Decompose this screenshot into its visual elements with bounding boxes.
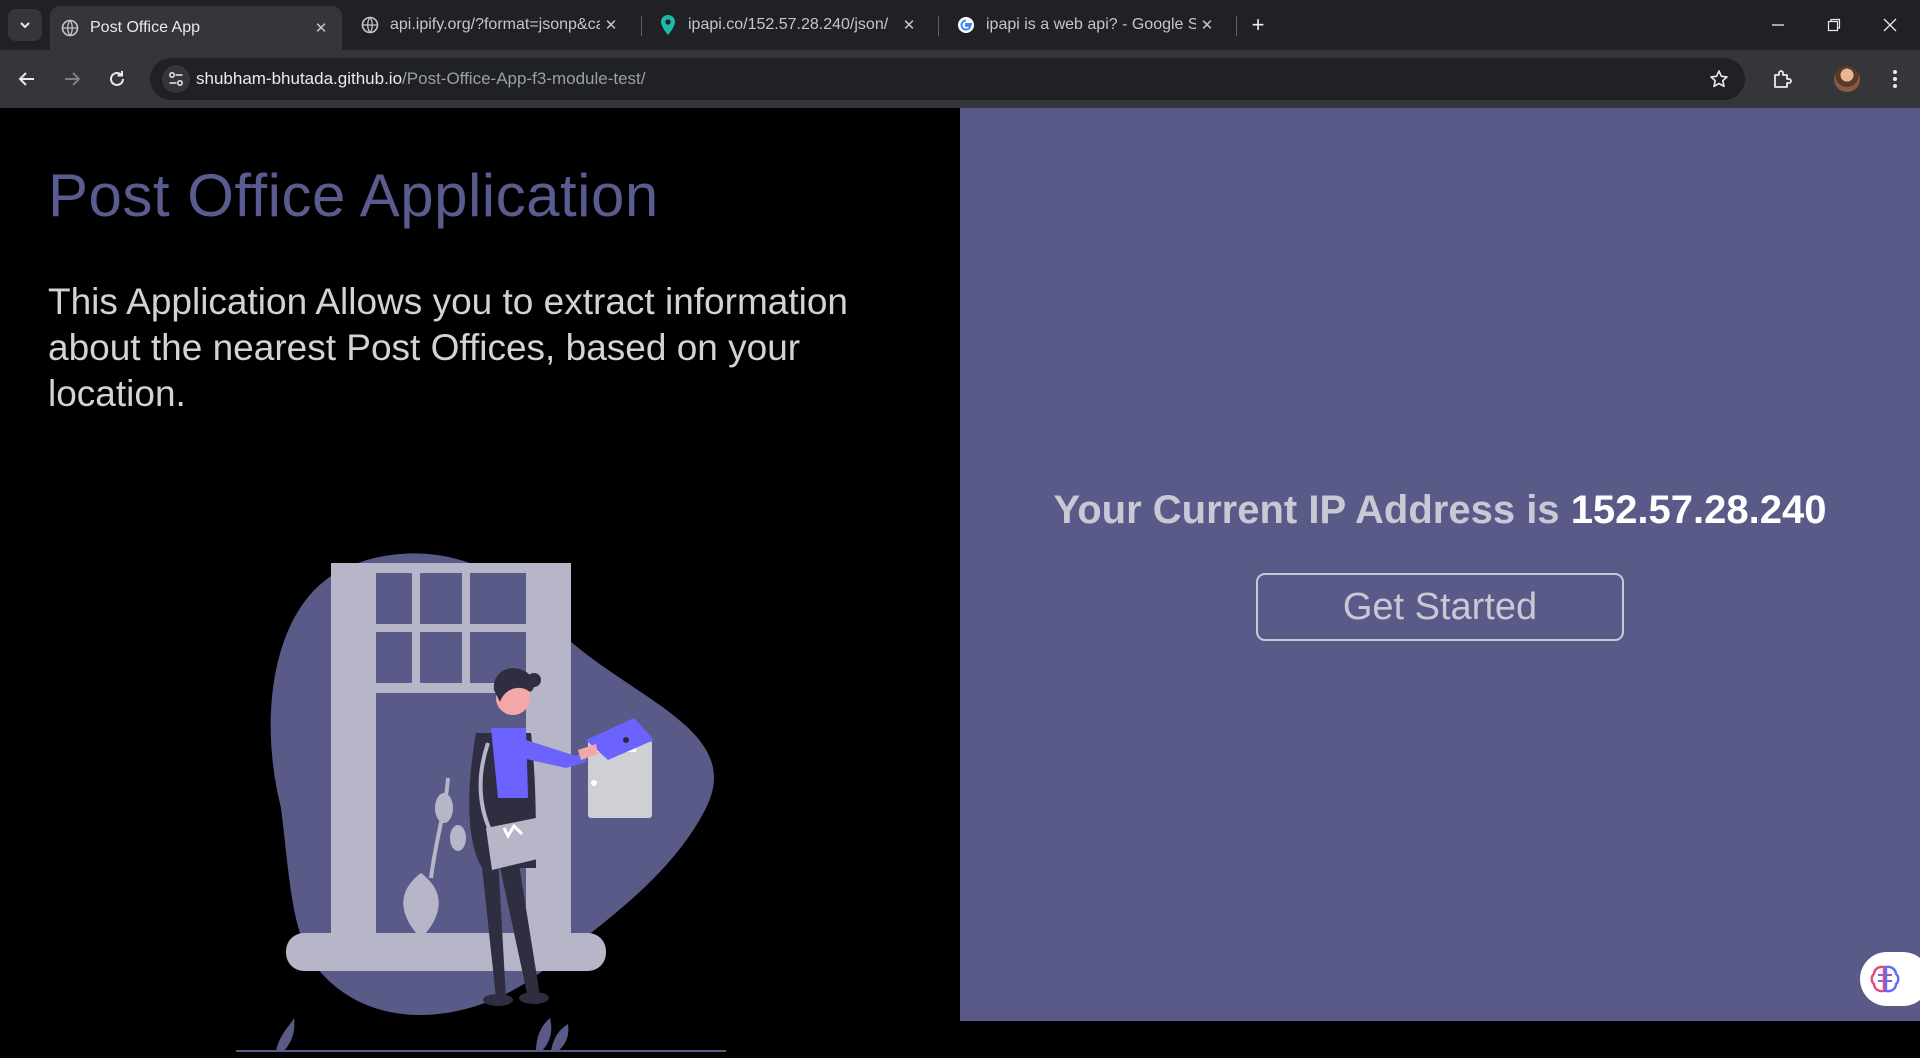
page-description: This Application Allows you to extract i… xyxy=(48,281,848,414)
tab-title: ipapi is a web api? - Google Sea xyxy=(986,16,1196,33)
browser-tab-strip: Post Office App ✕ api.ipify.org/?format=… xyxy=(0,0,1920,50)
chevron-down-icon xyxy=(20,22,30,29)
ip-label: Your Current IP Address is xyxy=(1053,488,1560,532)
tab-ipapi-json[interactable]: ipapi.co/152.57.28.240/json/ ✕ xyxy=(648,6,930,44)
google-icon xyxy=(956,15,976,35)
globe-icon xyxy=(360,15,380,35)
tab-ipify[interactable]: api.ipify.org/?format=jsonp&ca ✕ xyxy=(350,6,632,44)
address-bar[interactable]: shubham-bhutada.github.io/Post-Office-Ap… xyxy=(150,58,1745,100)
tab-search-button[interactable] xyxy=(8,9,42,41)
arrow-right-icon xyxy=(65,72,81,86)
restore-button[interactable] xyxy=(1806,0,1862,50)
close-window-button[interactable] xyxy=(1862,0,1918,50)
more-vertical-icon xyxy=(1893,70,1897,88)
profile-avatar[interactable] xyxy=(1834,66,1860,92)
globe-icon xyxy=(60,18,80,38)
intro-section: Post Office Application This Application… xyxy=(0,108,960,1052)
assistant-widget-button[interactable] xyxy=(1860,952,1920,1006)
ip-value: 152.57.28.240 xyxy=(1570,488,1827,532)
browser-toolbar: shubham-bhutada.github.io/Post-Office-Ap… xyxy=(0,50,1920,108)
close-tab-icon[interactable]: ✕ xyxy=(898,14,920,36)
bookmark-star-icon[interactable] xyxy=(1707,67,1731,91)
site-settings-icon[interactable] xyxy=(162,65,190,93)
restore-icon xyxy=(1827,18,1841,32)
close-tab-icon[interactable]: ✕ xyxy=(600,14,622,36)
url-host: shubham-bhutada.github.io xyxy=(196,69,403,88)
mailbox-illustration xyxy=(236,553,726,1052)
page-title: Post Office Application xyxy=(48,162,659,229)
close-icon xyxy=(1883,18,1897,32)
brain-icon xyxy=(1870,965,1900,993)
get-started-button[interactable]: Get Started xyxy=(1256,573,1624,641)
tab-post-office-app[interactable]: Post Office App ✕ xyxy=(50,6,342,50)
ip-address-text: Your Current IP Address is 152.57.28.240 xyxy=(960,488,1920,533)
puzzle-icon xyxy=(1774,70,1792,88)
reload-button[interactable] xyxy=(100,62,134,96)
tab-separator xyxy=(938,16,939,36)
extensions-button[interactable] xyxy=(1766,62,1800,96)
forward-button[interactable] xyxy=(55,62,89,96)
new-tab-button[interactable]: + xyxy=(1244,11,1272,39)
url-path: /Post-Office-App-f3-module-test/ xyxy=(402,69,646,88)
back-button[interactable] xyxy=(10,62,44,96)
minimize-button[interactable] xyxy=(1750,0,1806,50)
tab-title: api.ipify.org/?format=jsonp&ca xyxy=(390,16,600,33)
tab-separator xyxy=(1236,16,1237,36)
map-pin-icon xyxy=(658,15,678,35)
url-text[interactable]: shubham-bhutada.github.io/Post-Office-Ap… xyxy=(196,69,646,89)
close-tab-icon[interactable]: ✕ xyxy=(310,17,332,39)
ip-section: Your Current IP Address is 152.57.28.240… xyxy=(960,108,1920,1021)
tab-title: Post Office App xyxy=(90,19,200,36)
close-tab-icon[interactable]: ✕ xyxy=(1196,14,1218,36)
reload-icon xyxy=(110,71,124,86)
minimize-icon xyxy=(1772,24,1784,26)
tab-title: ipapi.co/152.57.28.240/json/ xyxy=(688,16,889,33)
tab-google-search[interactable]: ipapi is a web api? - Google Sea ✕ xyxy=(946,6,1228,44)
arrow-left-icon xyxy=(18,72,34,86)
tab-separator xyxy=(641,16,642,36)
browser-menu-button[interactable] xyxy=(1880,62,1910,96)
